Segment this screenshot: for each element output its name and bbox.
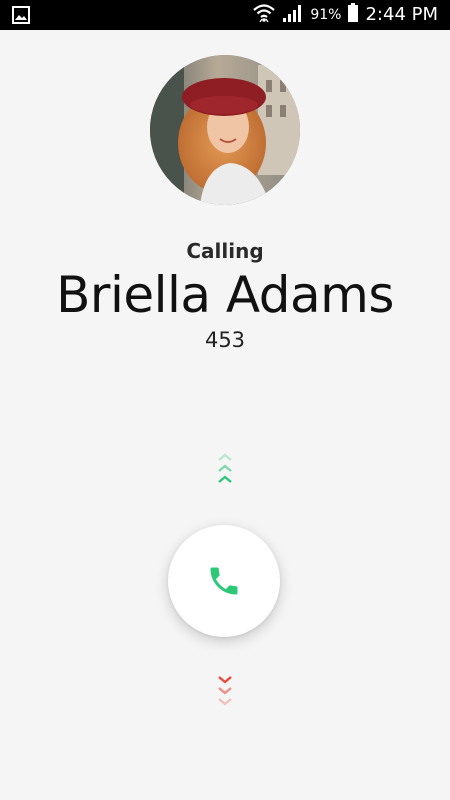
wifi-icon [252, 2, 276, 28]
cell-signal-icon [282, 3, 304, 27]
answer-call-button[interactable] [168, 525, 280, 637]
phone-icon [206, 563, 242, 599]
chevron-up-icon [213, 452, 237, 488]
contact-avatar [150, 55, 300, 205]
chevron-down-icon [213, 674, 237, 710]
contact-name: Briella Adams [56, 266, 394, 324]
clock-time: 2:44 PM [365, 4, 438, 25]
status-bar: 91% 2:44 PM [0, 0, 450, 30]
image-icon [12, 6, 30, 24]
battery-icon [347, 3, 359, 27]
battery-percent: 91% [310, 7, 342, 23]
status-right-group: 91% 2:44 PM [252, 0, 438, 30]
contact-number: 453 [204, 328, 246, 352]
call-status: Calling [186, 239, 264, 263]
